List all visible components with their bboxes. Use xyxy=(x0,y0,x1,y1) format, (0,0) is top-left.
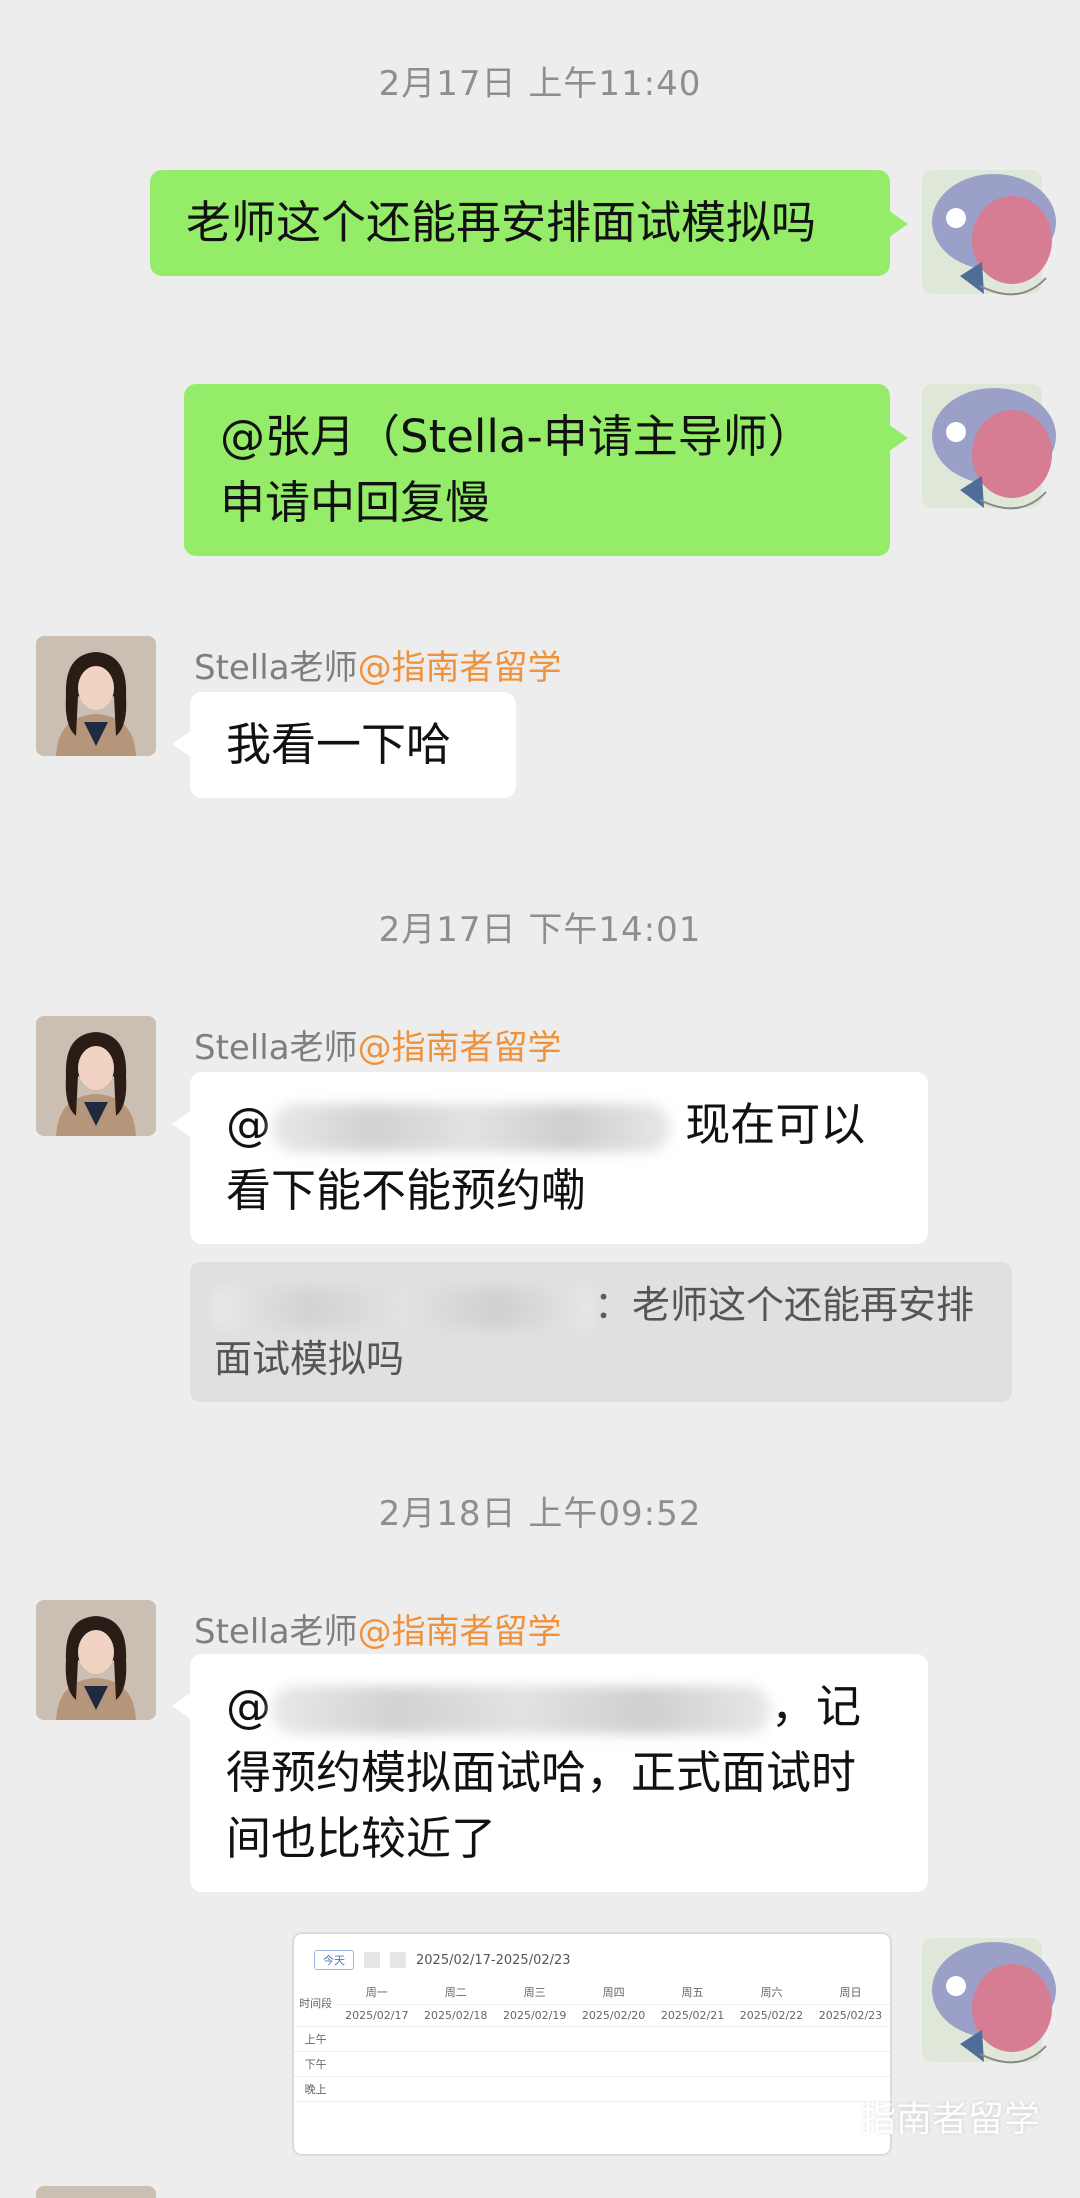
sender-org: @指南者留学 xyxy=(357,1612,562,1652)
self-avatar[interactable] xyxy=(920,166,1056,296)
redacted-name xyxy=(214,1287,594,1328)
self-avatar[interactable] xyxy=(920,1934,1056,2064)
day-weekday: 周五 xyxy=(653,1980,733,2005)
day-weekday: 周一 xyxy=(337,1980,417,2005)
timestamp: 2月17日 上午11:40 xyxy=(378,64,702,104)
sender-org: @指南者留学 xyxy=(357,648,562,688)
mention-prefix: @ xyxy=(226,1098,271,1151)
table-row: 上午 xyxy=(294,2026,890,2052)
period-label: 晚上 xyxy=(294,2076,338,2102)
day-weekday: 周四 xyxy=(574,1980,654,2005)
message-bubble-other[interactable]: @ 现在可以看下能不能预约嘞 xyxy=(172,1072,928,1244)
sender-org: @指南者留学 xyxy=(357,1028,562,1068)
message-text: 老师这个还能再安排面试模拟吗 xyxy=(186,196,817,249)
prev-week-icon xyxy=(364,1952,380,1968)
period-label: 上午 xyxy=(294,2026,338,2052)
watermark: 指南者留学 xyxy=(859,2099,1040,2140)
day-date: 2025/02/23 xyxy=(810,2004,890,2027)
date-range: 2025/02/17-2025/02/23 xyxy=(416,1952,571,1968)
sender-avatar[interactable] xyxy=(36,1016,156,1136)
message-bubble-self[interactable]: 老师这个还能再安排面试模拟吗 xyxy=(150,170,908,276)
message-text: 我看一下哈 xyxy=(226,718,452,771)
day-date: 2025/02/22 xyxy=(732,2004,811,2027)
message-bubble-other[interactable]: 我看一下哈 xyxy=(172,692,516,798)
day-date: 2025/02/20 xyxy=(574,2004,654,2027)
sender-name: Stella老师@指南者留学 xyxy=(194,1020,562,1069)
day-date: 2025/02/21 xyxy=(653,2004,733,2027)
mention-prefix: @ xyxy=(226,1680,271,1733)
period-label: 下午 xyxy=(294,2051,338,2077)
quoted-message[interactable]: ：老师这个还能再安排面试模拟吗 xyxy=(190,1262,1012,1402)
table-row: 2025/02/17 2025/02/18 2025/02/19 2025/02… xyxy=(294,2004,890,2027)
today-button: 今天 xyxy=(314,1950,354,1970)
day-weekday: 周日 xyxy=(810,1980,890,2005)
schedule-image-message[interactable]: 今天 2025/02/17-2025/02/23 时间段 周一 周二 周三 周四… xyxy=(292,1932,892,2156)
day-date: 2025/02/18 xyxy=(416,2004,496,2027)
redacted-name xyxy=(271,1686,771,1734)
message-bubble-other[interactable]: @ ，记得预约模拟面试哈，正式面试时间也比较近了 xyxy=(172,1654,928,1892)
sender-name: Stella老师@指南者留学 xyxy=(194,640,562,689)
day-weekday: 周二 xyxy=(416,1980,496,2005)
message-bubble-self[interactable]: @张月（Stella-申请主导师）申请中回复慢 xyxy=(184,384,908,556)
schedule-header: 今天 2025/02/17-2025/02/23 xyxy=(294,1934,890,1980)
day-date: 2025/02/19 xyxy=(495,2004,575,2027)
day-date: 2025/02/17 xyxy=(337,2004,417,2027)
next-week-icon xyxy=(390,1952,406,1968)
table-row: 下午 xyxy=(294,2051,890,2077)
table-row: 晚上 xyxy=(294,2076,890,2102)
sender-avatar-partial xyxy=(36,2186,156,2198)
day-weekday: 周三 xyxy=(495,1980,575,2005)
message-text: @张月（Stella-申请主导师）申请中回复慢 xyxy=(220,410,813,529)
day-weekday: 周六 xyxy=(732,1980,811,2005)
schedule-table: 时间段 周一 周二 周三 周四 周五 周六 周日 2025/02/17 2025… xyxy=(294,1980,890,2102)
table-row: 时间段 周一 周二 周三 周四 周五 周六 周日 xyxy=(294,1980,890,2027)
sender-name: Stella老师@指南者留学 xyxy=(194,1604,562,1653)
sender-avatar[interactable] xyxy=(36,1600,156,1720)
redacted-name xyxy=(271,1104,671,1152)
sender-name-text: Stella老师 xyxy=(194,1612,358,1652)
timestamp: 2月18日 上午09:52 xyxy=(378,1494,702,1534)
period-header: 时间段 xyxy=(294,1980,338,2027)
sender-name-text: Stella老师 xyxy=(194,1028,358,1068)
sender-avatar[interactable] xyxy=(36,636,156,756)
sender-name-text: Stella老师 xyxy=(194,648,358,688)
timestamp: 2月17日 下午14:01 xyxy=(378,910,702,950)
self-avatar[interactable] xyxy=(920,380,1056,510)
